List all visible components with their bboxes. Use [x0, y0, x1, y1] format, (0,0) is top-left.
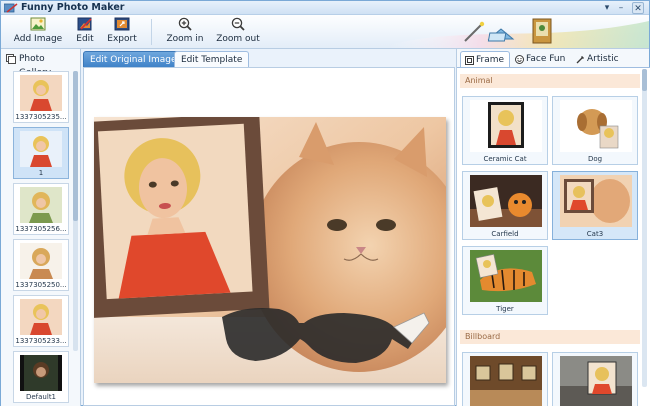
photo-thumbnail-icon — [20, 243, 62, 279]
category-header-billboard: Billboard — [460, 330, 640, 344]
tab-frame[interactable]: Frame — [460, 51, 511, 67]
tab-edit-original-image[interactable]: Edit Original Image — [83, 51, 184, 67]
gallery-thumbnail[interactable]: 1337305233... — [13, 295, 69, 347]
gallery-thumbnail-caption: 1337305235... — [15, 113, 67, 121]
edit-icon — [77, 17, 92, 31]
tab-face-fun-label: Face Fun — [526, 54, 566, 64]
gallery-scrollbar-thumb[interactable] — [73, 71, 78, 221]
template-scrollbar-thumb[interactable] — [642, 69, 647, 91]
gallery-thumbnail[interactable]: Default1 — [13, 351, 69, 403]
minimize-button[interactable]: – — [615, 2, 627, 14]
edit-button[interactable]: Edit — [73, 17, 97, 47]
templates-panel: Frame Face Fun Artistic Animal Ceramic C… — [456, 49, 650, 406]
add-image-button[interactable]: Add Image — [13, 17, 63, 47]
template-dog[interactable]: Dog — [552, 96, 638, 165]
photo-gallery-panel: Photo Gallery 1337305235... — [1, 49, 81, 406]
decorative-banner-icon — [389, 18, 649, 48]
template-scrollbar[interactable] — [642, 69, 647, 387]
template-list: Animal Ceramic Cat Dog Carfield Cat3 Tig… — [457, 67, 650, 406]
zoom-in-icon — [178, 17, 192, 31]
template-thumbnail-icon — [470, 100, 542, 152]
template-thumbnail-icon — [470, 175, 542, 227]
tab-face-fun[interactable]: Face Fun — [511, 51, 570, 67]
zoom-out-label: Zoom out — [216, 34, 260, 44]
export-label: Export — [107, 34, 137, 44]
tab-artistic-label: Artistic — [587, 54, 619, 64]
brush-icon — [576, 56, 584, 64]
editor-canvas[interactable] — [83, 67, 455, 406]
gallery-thumbnail-caption: 1337305250... — [15, 281, 67, 289]
template-caption: Carfield — [491, 230, 519, 238]
export-icon — [114, 17, 130, 31]
editor-area: Edit Original Image Edit Template — [83, 49, 455, 406]
gallery-thumbnail-caption: 1337305233... — [15, 337, 67, 345]
tab-edit-template[interactable]: Edit Template — [174, 51, 250, 67]
gallery-thumbnail[interactable]: 1337305256... — [13, 183, 69, 235]
window-title: Funny Photo Maker — [21, 2, 125, 13]
main-toolbar: Add Image Edit Export Zoom in Zoom out — [1, 15, 649, 49]
gallery-icon — [6, 54, 16, 64]
zoom-out-button[interactable]: Zoom out — [215, 17, 261, 47]
gallery-thumbnail[interactable]: 1337305235... — [13, 71, 69, 123]
zoom-in-button[interactable]: Zoom in — [165, 17, 205, 47]
template-caption: Cat3 — [586, 230, 604, 238]
template-thumbnail-icon — [560, 100, 632, 152]
app-window: Funny Photo Maker ▾ – ✕ Add Image Edit E… — [0, 0, 650, 406]
gallery-thumbnail-caption: 1 — [38, 169, 44, 177]
tab-artistic[interactable]: Artistic — [572, 51, 624, 67]
category-header-animal: Animal — [460, 74, 640, 88]
template-ceramic-cat[interactable]: Ceramic Cat — [462, 96, 548, 165]
photo-thumbnail-icon — [20, 131, 62, 167]
menu-dropdown-button[interactable]: ▾ — [601, 2, 613, 14]
edit-label: Edit — [76, 34, 94, 44]
export-button[interactable]: Export — [107, 17, 137, 47]
zoom-out-icon — [231, 17, 245, 31]
template-caption: Dog — [587, 155, 603, 163]
photo-thumbnail-icon — [20, 75, 62, 111]
template-thumbnail-icon — [470, 356, 542, 406]
template-caption: Ceramic Cat — [483, 155, 527, 163]
zoom-in-label: Zoom in — [166, 34, 204, 44]
gallery-thumbnail-caption: Default1 — [25, 393, 57, 401]
template-thumbnail-icon — [560, 356, 632, 406]
template-thumbnail-icon — [560, 175, 632, 227]
close-button[interactable]: ✕ — [632, 2, 644, 14]
title-bar: Funny Photo Maker ▾ – ✕ — [1, 1, 649, 15]
gallery-thumbnail-selected[interactable]: 1 — [13, 127, 69, 179]
gallery-thumbnail-caption: 1337305256... — [15, 225, 67, 233]
gallery-thumbnail[interactable]: 1337305250... — [13, 239, 69, 291]
template-caption: Tiger — [496, 305, 514, 313]
photo-gallery-tab[interactable]: Photo Gallery — [3, 52, 79, 78]
template-cat3-selected[interactable]: Cat3 — [552, 171, 638, 240]
frame-icon — [465, 56, 474, 65]
template-thumbnail-icon — [470, 250, 542, 302]
template-carfield[interactable]: Carfield — [462, 171, 548, 240]
template-billboard-2[interactable] — [552, 352, 638, 406]
smiley-face-icon — [515, 55, 524, 64]
photo-thumbnail-icon — [20, 355, 62, 391]
tab-frame-label: Frame — [476, 55, 505, 65]
add-image-label: Add Image — [13, 34, 63, 44]
photo-thumbnail-icon — [20, 187, 62, 223]
toolbar-separator — [151, 19, 152, 45]
app-logo-icon — [4, 3, 18, 13]
photo-thumbnail-icon — [20, 299, 62, 335]
add-image-icon — [30, 17, 46, 31]
template-tiger[interactable]: Tiger — [462, 246, 548, 315]
edited-photo-preview — [94, 117, 446, 383]
template-billboard-1[interactable] — [462, 352, 548, 406]
gallery-thumbnail-list: 1337305235... 1 1337305256... 1337305250… — [13, 71, 71, 406]
